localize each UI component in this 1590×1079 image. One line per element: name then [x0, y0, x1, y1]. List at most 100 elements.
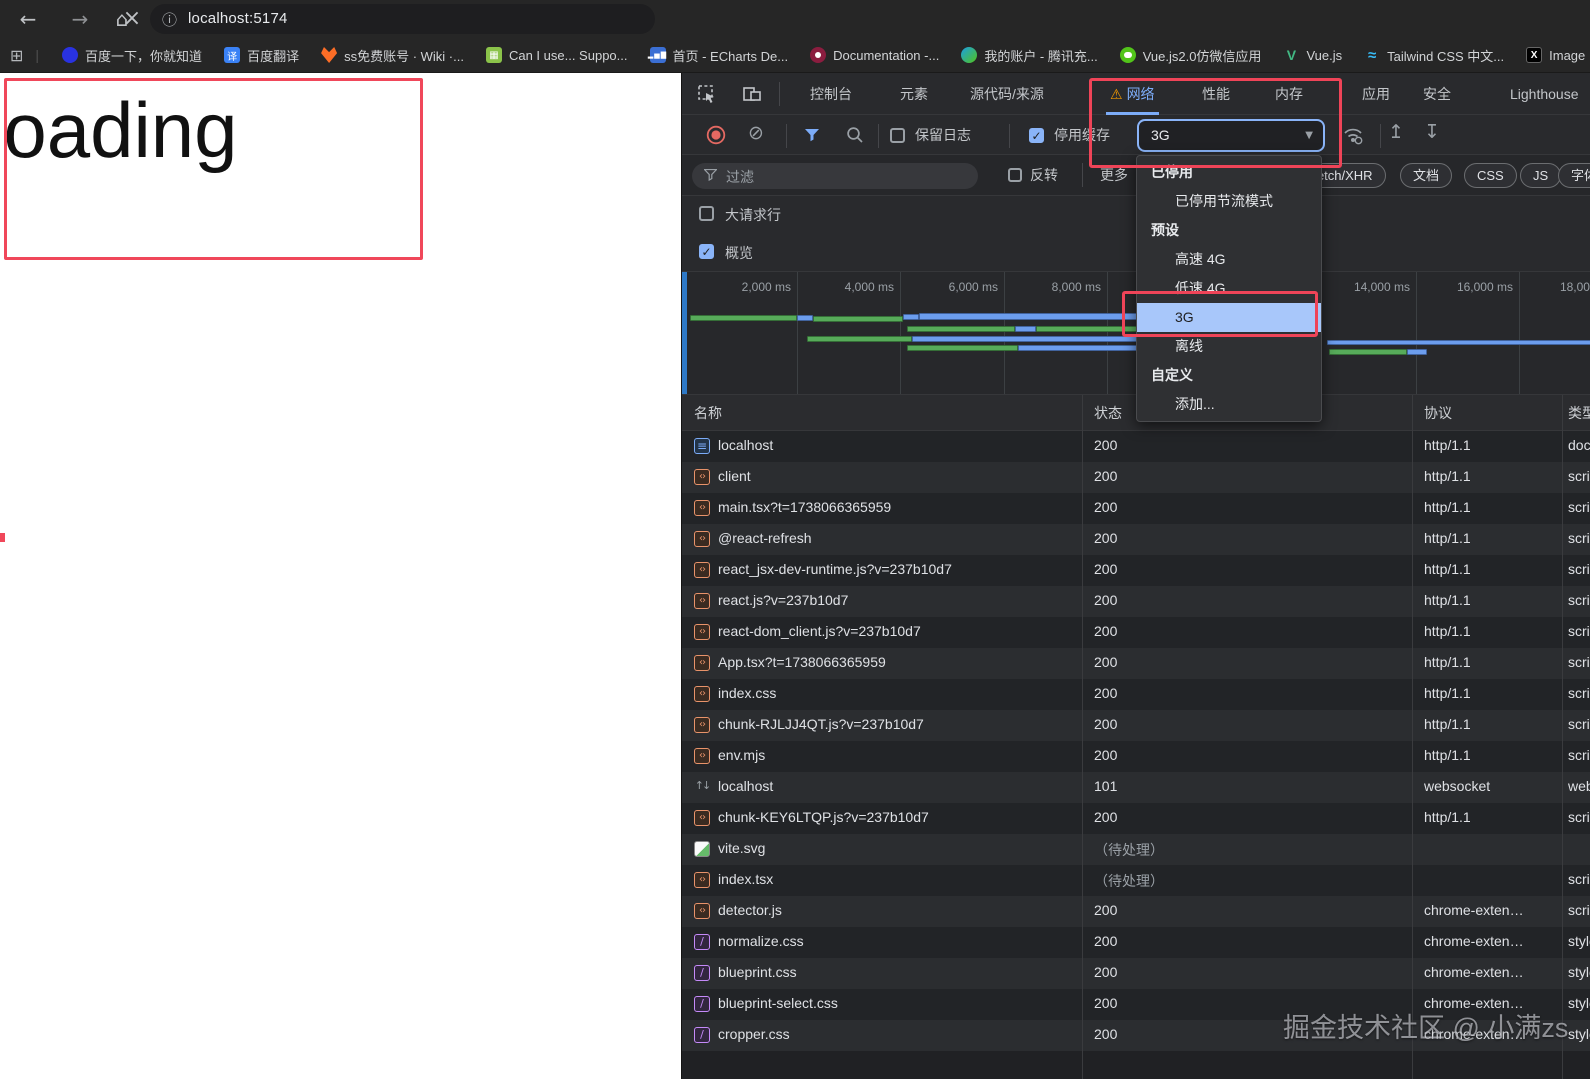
resource-type-icon: ‹›: [694, 655, 710, 671]
request-row[interactable]: ‹› detector.js 200 chrome-exten… script: [682, 896, 1590, 927]
request-type-pill[interactable]: JS: [1520, 163, 1562, 188]
devtools-tab[interactable]: ⚠应用: [1362, 73, 1390, 115]
bookmark-item[interactable]: ss免费账号 · Wiki ·...: [321, 46, 464, 65]
network-conditions-icon[interactable]: [1342, 124, 1364, 146]
bookmark-item[interactable]: X Image: [1526, 47, 1585, 63]
throttling-menu-item[interactable]: 已停用节流模式: [1137, 187, 1321, 216]
waterfall-bar: [907, 345, 1018, 351]
request-row[interactable]: ‹› react-dom_client.js?v=237b10d7 200 ht…: [682, 617, 1590, 648]
request-row[interactable]: ‹› chunk-KEY6LTQP.js?v=237b10d7 200 http…: [682, 803, 1590, 834]
throttling-menu-item[interactable]: 高速 4G: [1137, 245, 1321, 274]
request-row[interactable]: ‹› index.css 200 http/1.1 script: [682, 679, 1590, 710]
overview-label: 概览: [725, 245, 753, 261]
devtools-tab[interactable]: ⚠Lighthouse: [1510, 73, 1579, 115]
request-name: chunk-KEY6LTQP.js?v=237b10d7: [718, 809, 929, 825]
bookmark-favicon: 译: [224, 47, 241, 63]
big-request-rows-checkbox[interactable]: [699, 206, 714, 221]
clear-icon[interactable]: ⊘: [748, 122, 764, 144]
request-protocol: http/1.1: [1424, 809, 1471, 825]
request-row[interactable]: ‹› env.mjs 200 http/1.1 script: [682, 741, 1590, 772]
overview-drag-handle[interactable]: [682, 272, 687, 394]
request-row[interactable]: ↑↓ localhost 101 websocket websocket: [682, 772, 1590, 803]
col-protocol[interactable]: 协议: [1424, 403, 1452, 423]
bookmarks-bar: ⊞ | 百度一下，你就知道 译 百度翻译 ss免费账号 · Wiki ·... …: [0, 38, 1590, 73]
bookmark-label: 百度一下，你就知道: [85, 48, 203, 64]
request-type: stylesheet: [1568, 933, 1590, 949]
bookmark-item[interactable]: ≈ Tailwind CSS 中文...: [1364, 46, 1504, 65]
request-type: stylesheet: [1568, 1026, 1590, 1042]
bookmark-item[interactable]: 百度一下，你就知道: [62, 46, 202, 65]
export-har-icon[interactable]: ↧: [1424, 121, 1440, 143]
request-row[interactable]: / normalize.css 200 chrome-exten… styles…: [682, 927, 1590, 958]
preserve-log-checkbox[interactable]: [890, 128, 905, 143]
request-name: localhost: [718, 778, 774, 794]
request-protocol: http/1.1: [1424, 747, 1471, 763]
bookmark-item[interactable]: ▦ Can I use... Suppo...: [485, 47, 628, 63]
forward-icon[interactable]: →: [66, 5, 94, 33]
bookmark-favicon: [321, 47, 338, 63]
request-protocol: http/1.1: [1424, 530, 1471, 546]
inspect-icon[interactable]: [697, 84, 717, 104]
bookmark-item[interactable]: Vue.js2.0仿微信应用: [1119, 46, 1261, 65]
request-row[interactable]: ‹› client 200 http/1.1 script: [682, 462, 1590, 493]
column-divider[interactable]: [1562, 395, 1563, 1079]
column-divider[interactable]: [1412, 395, 1413, 1079]
request-row[interactable]: ‹› index.tsx （待处理） script: [682, 865, 1590, 896]
bookmark-item[interactable]: V Vue.js: [1283, 47, 1342, 63]
throttling-menu-item[interactable]: 自定义: [1137, 361, 1321, 390]
col-name[interactable]: 名称: [694, 403, 722, 423]
request-status: 200: [1094, 1026, 1118, 1042]
ruler-gridline: [1519, 272, 1520, 394]
request-row[interactable]: ‹› react.js?v=237b10d7 200 http/1.1 scri…: [682, 586, 1590, 617]
request-type-pill[interactable]: 文档: [1400, 163, 1453, 188]
bookmark-item[interactable]: ▂▅▇ 首页 - ECharts De...: [648, 46, 788, 65]
waterfall-bar: [813, 316, 903, 322]
disable-cache-checkbox[interactable]: ✓: [1029, 128, 1044, 143]
annotation-tick: [0, 533, 5, 542]
request-status: 200: [1094, 468, 1118, 484]
overview-checkbox[interactable]: ✓: [699, 244, 714, 259]
request-type: script: [1568, 871, 1590, 887]
address-bar[interactable]: ⓘ localhost:5174: [150, 4, 655, 34]
site-info-icon[interactable]: ⓘ: [162, 9, 177, 30]
request-status: 200: [1094, 561, 1118, 577]
request-name: normalize.css: [718, 933, 804, 949]
request-status: 200: [1094, 902, 1118, 918]
request-row[interactable]: / blueprint.css 200 chrome-exten… styles…: [682, 958, 1590, 989]
throttling-menu-item[interactable]: 预设: [1137, 216, 1321, 245]
column-divider[interactable]: [1082, 395, 1083, 1079]
request-type-pill[interactable]: 字体: [1558, 163, 1590, 188]
bookmark-favicon: ▦: [485, 47, 502, 63]
throttling-menu-item[interactable]: 添加...: [1137, 390, 1321, 419]
home-icon[interactable]: ⌂: [108, 5, 136, 33]
bookmark-item[interactable]: 译 百度翻译: [224, 46, 299, 65]
request-row[interactable]: ‹› App.tsx?t=1738066365959 200 http/1.1 …: [682, 648, 1590, 679]
request-row[interactable]: ‹› main.tsx?t=1738066365959 200 http/1.1…: [682, 493, 1590, 524]
devtools-tab[interactable]: ⚠源代码/来源: [970, 73, 1044, 115]
apps-grid-icon[interactable]: ⊞: [10, 46, 23, 65]
col-status[interactable]: 状态: [1094, 403, 1122, 423]
filter-input[interactable]: 过滤: [692, 163, 978, 189]
request-row[interactable]: ‹› react_jsx-dev-runtime.js?v=237b10d7 2…: [682, 555, 1590, 586]
bookmark-item[interactable]: 我的账户 - 腾讯充...: [961, 46, 1098, 65]
filter-divider: [1082, 163, 1083, 187]
devtools-tab[interactable]: ⚠安全: [1423, 73, 1451, 115]
request-row[interactable]: ‹› @react-refresh 200 http/1.1 script: [682, 524, 1590, 555]
request-row[interactable]: ≡ localhost 200 http/1.1 document: [682, 431, 1590, 462]
devtools-tab[interactable]: ⚠元素: [900, 73, 928, 115]
request-row[interactable]: ‹› chunk-RJLJJ4QT.js?v=237b10d7 200 http…: [682, 710, 1590, 741]
bookmark-item[interactable]: Documentation -...: [810, 47, 939, 63]
search-icon[interactable]: [846, 126, 864, 144]
resource-type-icon: ‹›: [694, 469, 710, 485]
import-har-icon[interactable]: ↥: [1388, 121, 1404, 143]
invert-checkbox[interactable]: [1008, 168, 1022, 182]
back-icon[interactable]: ←: [14, 5, 42, 33]
request-type: script: [1568, 499, 1590, 515]
device-toolbar-icon[interactable]: [742, 84, 762, 104]
devtools-tab[interactable]: ⚠控制台: [810, 73, 852, 115]
record-icon[interactable]: [706, 125, 726, 145]
request-row[interactable]: vite.svg （待处理）: [682, 834, 1590, 865]
request-type-pill[interactable]: CSS: [1464, 163, 1517, 188]
filter-icon[interactable]: [804, 128, 820, 142]
col-type[interactable]: 类型: [1568, 403, 1590, 423]
